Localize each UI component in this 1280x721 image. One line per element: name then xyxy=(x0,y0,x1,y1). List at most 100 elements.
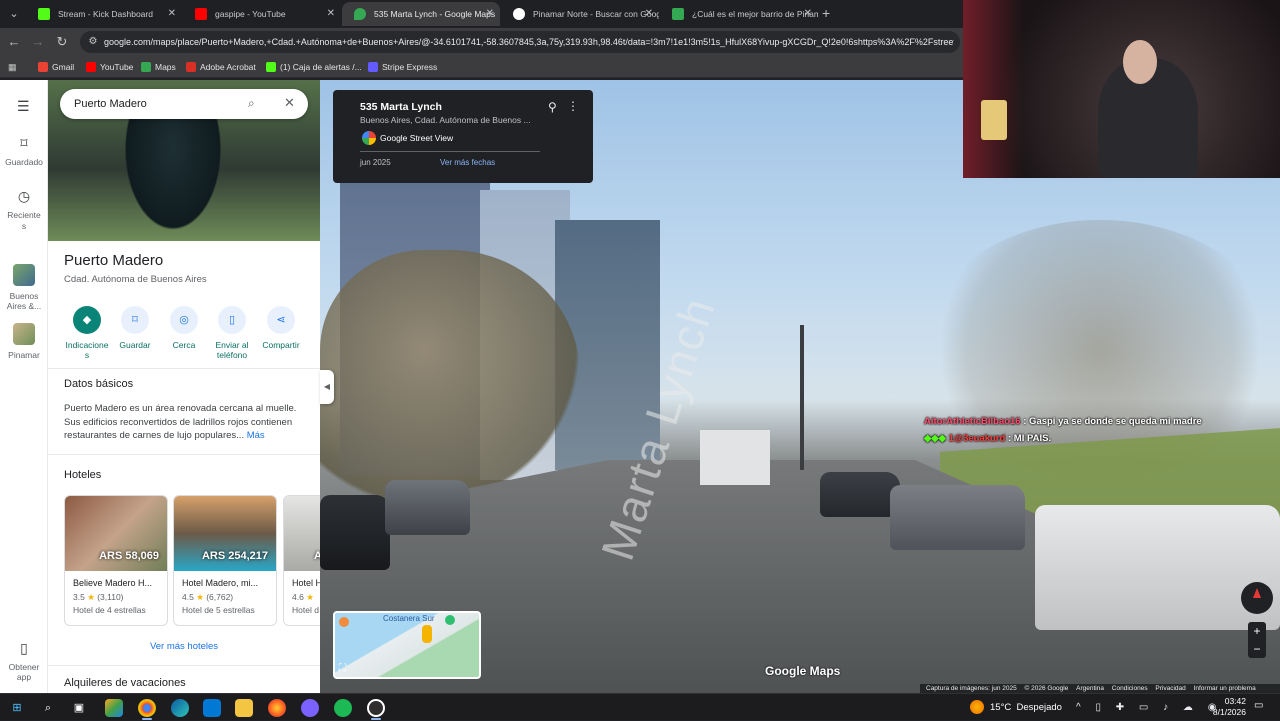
fountain-photo xyxy=(118,110,228,241)
chat-text: : Gaspi ya se donde se queda mi madre xyxy=(1023,416,1202,427)
start-icon[interactable]: ⊞ xyxy=(8,699,26,717)
rail-get-app[interactable]: ▯ Obtener app xyxy=(0,640,48,682)
task-view-icon[interactable]: ▣ xyxy=(70,699,88,717)
store-icon[interactable] xyxy=(203,699,221,717)
location-pin-icon[interactable]: ⚲ xyxy=(548,100,557,114)
reload-icon[interactable]: ↻ xyxy=(54,34,70,50)
file-explorer-icon[interactable] xyxy=(235,699,253,717)
rail-pinamar[interactable]: Pinamar xyxy=(0,323,48,360)
more-hotels-link[interactable]: Ver más hoteles xyxy=(48,641,320,652)
url-field[interactable]: ⚙ google.com/maps/place/Puerto+Madero,+C… xyxy=(80,31,960,53)
tab-close-icon[interactable]: ✕ xyxy=(804,2,812,26)
hamburger-menu-icon[interactable]: ☰ xyxy=(17,98,30,115)
obs-icon[interactable] xyxy=(367,699,385,717)
weather-widget[interactable]: 15°C Despejado xyxy=(990,694,1062,721)
edge-icon[interactable] xyxy=(171,699,189,717)
privacy-link[interactable]: Privacidad xyxy=(1155,685,1185,692)
bookmarks-bar: ▦ Gmail YouTube Maps Adobe Acrobat (1) C… xyxy=(0,56,963,78)
hotel-rating: 3.5 ★ (3,110) xyxy=(73,592,124,603)
forward-arrow-icon[interactable]: → xyxy=(30,34,46,50)
new-tab-button[interactable]: + xyxy=(822,4,830,22)
rail-buenos-aires[interactable]: Buenos Aires &... xyxy=(0,264,48,311)
location-title: 535 Marta Lynch xyxy=(360,101,442,113)
tab-google-search[interactable]: Pinamar Norte - Buscar con Google ✕ xyxy=(501,2,659,26)
search-icon[interactable]: ⌕ xyxy=(248,96,255,111)
tab-search-icon[interactable]: ⌄ xyxy=(4,4,24,24)
send-to-phone-button[interactable]: ▯ Enviar al teléfono xyxy=(208,306,256,360)
bookmark-acrobat[interactable]: Adobe Acrobat xyxy=(186,60,256,74)
truck xyxy=(700,430,770,485)
tab-google-maps[interactable]: 535 Marta Lynch - Google Maps ✕ xyxy=(342,2,500,26)
rail-label: Guardado xyxy=(5,157,43,167)
more-options-icon[interactable]: ⋮ xyxy=(567,99,579,113)
close-icon[interactable]: ✕ xyxy=(284,95,295,111)
share-button[interactable]: ⋖ Compartir xyxy=(257,306,305,350)
star-icon: ★ xyxy=(306,592,314,602)
rail-saved[interactable]: ⌑ Guardado xyxy=(0,135,48,167)
rail-label: Pinamar xyxy=(8,350,40,360)
expand-map-icon[interactable]: ⛶ xyxy=(339,663,346,674)
url-text[interactable]: google.com/maps/place/Puerto+Madero,+Cda… xyxy=(104,31,954,53)
tab-close-icon[interactable]: ✕ xyxy=(168,2,176,26)
spotify-icon[interactable] xyxy=(334,699,352,717)
widgets-icon[interactable] xyxy=(105,699,123,717)
tab-pinamar-article[interactable]: ¿Cuál es el mejor barrio de Pinamar? ✕ xyxy=(660,2,818,26)
youtube-icon xyxy=(86,62,96,72)
search-input[interactable]: Puerto Madero xyxy=(74,89,147,119)
directions-button[interactable]: ◆ Indicaciones xyxy=(63,306,111,360)
bookmark-maps[interactable]: Maps xyxy=(141,60,176,74)
chat-username: AitorAthleticBilbao16 xyxy=(924,416,1021,427)
minimap[interactable]: Costanera Sur ⛶ xyxy=(333,611,481,679)
bookmark-label: Maps xyxy=(155,62,176,72)
hotel-price: ARS 254,217 xyxy=(201,550,268,562)
nearby-button[interactable]: ◎ Cerca xyxy=(160,306,208,350)
firefox-icon[interactable] xyxy=(268,699,286,717)
rail-recents[interactable]: ◷ Reciente s xyxy=(0,188,48,232)
google-logo-icon xyxy=(362,131,376,145)
more-dates-link[interactable]: Ver más fechas xyxy=(440,158,495,167)
chrome-icon[interactable] xyxy=(138,699,156,717)
directions-icon: ◆ xyxy=(73,306,101,334)
search-icon[interactable]: ⌕ xyxy=(39,699,57,717)
apps-grid-icon[interactable]: ▦ xyxy=(8,61,20,73)
bookmark-youtube[interactable]: YouTube xyxy=(86,60,133,74)
hotel-card[interactable]: ARS 58,069 Believe Madero H... 3.5 ★ (3,… xyxy=(64,495,168,626)
compass-icon[interactable] xyxy=(1241,582,1273,614)
more-link[interactable]: Más xyxy=(247,430,265,441)
bookmark-stripe[interactable]: Stripe Express xyxy=(368,60,437,74)
back-arrow-icon[interactable]: ← xyxy=(6,34,22,50)
bookmark-alerts[interactable]: (1) Caja de alertas /... xyxy=(266,60,362,74)
tab-kick-dashboard[interactable]: Stream - Kick Dashboard ✕ xyxy=(26,2,182,26)
tab-close-icon[interactable]: ✕ xyxy=(645,2,653,26)
street-view-footer: Captura de imágenes: jun 2025 © 2026 Goo… xyxy=(920,684,1280,693)
site-info-icon[interactable]: ⚙ xyxy=(86,35,100,49)
star-icon: ★ xyxy=(196,592,204,602)
country-link[interactable]: Argentina xyxy=(1076,685,1104,692)
bookmark-gmail[interactable]: Gmail xyxy=(38,60,74,74)
hotel-rating: 4.6 ★ xyxy=(292,592,314,603)
tab-youtube[interactable]: gaspipe - YouTube ✕ xyxy=(183,2,341,26)
tab-close-icon[interactable]: ✕ xyxy=(327,2,335,26)
vacation-rentals-heading: Alquileres de vacaciones xyxy=(64,677,186,689)
clock[interactable]: 03:42 8/1/2026 xyxy=(1200,696,1246,718)
hotel-card[interactable]: A Hotel H 4.6 ★ Hotel d xyxy=(283,495,320,626)
tab-close-icon[interactable]: ✕ xyxy=(486,2,494,26)
search-box[interactable]: Puerto Madero ⌕ ✕ xyxy=(60,89,308,119)
collapse-panel-button[interactable]: ◀ xyxy=(320,370,334,404)
bookmark-label: Gmail xyxy=(52,62,75,72)
notifications-icon[interactable]: ▭ xyxy=(1254,700,1263,711)
webcam-overlay xyxy=(963,0,1280,178)
terms-link[interactable]: Condiciones xyxy=(1112,685,1148,692)
app-icon[interactable] xyxy=(301,699,319,717)
time: 03:42 xyxy=(1224,696,1246,706)
rail-label: Buenos Aires &... xyxy=(6,291,42,311)
report-link[interactable]: Informar un problema xyxy=(1194,685,1256,692)
weather-text: Despejado xyxy=(1016,702,1062,713)
zoom-out-button[interactable]: − xyxy=(1248,640,1266,658)
copyright: © 2026 Google xyxy=(1024,685,1069,692)
capture-date: Captura de imágenes: jun 2025 xyxy=(926,685,1017,692)
save-button[interactable]: ⌑ Guardar xyxy=(111,306,159,350)
streamer-head xyxy=(1123,40,1157,84)
zoom-in-button[interactable]: + xyxy=(1248,622,1266,640)
hotel-card[interactable]: ARS 254,217 Hotel Madero, mi... 4.5 ★ (6… xyxy=(173,495,277,626)
